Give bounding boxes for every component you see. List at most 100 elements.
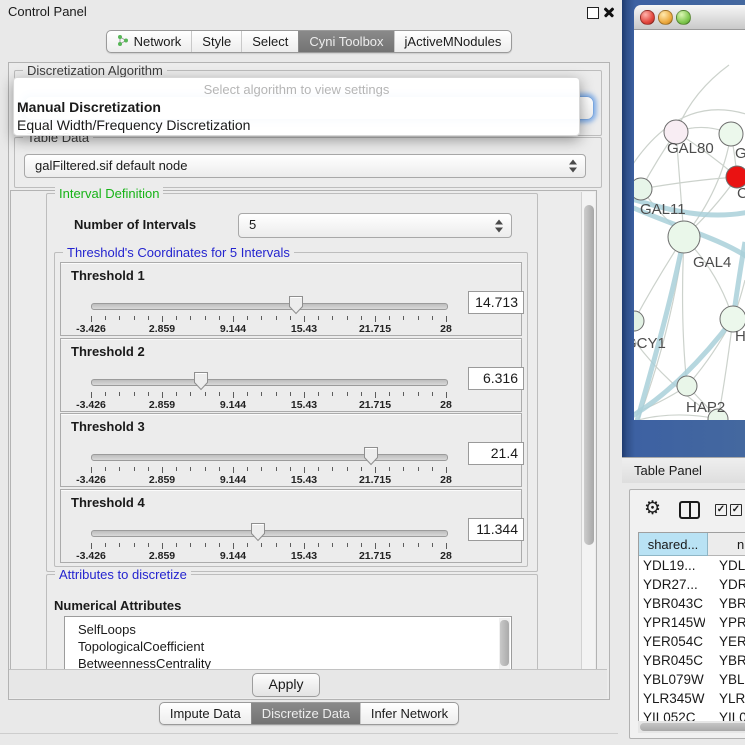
network-canvas[interactable]: GAL80GACGAL11GAL4GCY1HHAP2 [634,30,745,420]
tick-label: 15.43 [279,399,329,411]
tick-label: 28 [421,550,471,562]
minimize-window-icon[interactable] [658,10,673,25]
threshold-value-field[interactable]: 14.713 [468,291,524,314]
tick-mark [162,316,163,322]
tick-mark [304,316,305,322]
attribute-item-selfloops[interactable]: SelfLoops [65,621,511,638]
cell-shared-name: YER054C [643,632,705,651]
tick-mark [446,392,447,398]
list-scrollbar-thumb[interactable] [500,620,509,666]
tick-label: 21.715 [350,399,400,411]
threshold-panel-2: Threshold 2-3.4262.8599.14415.4321.71528… [60,338,522,412]
tick-mark [403,467,404,471]
threshold-slider-handle[interactable] [193,371,209,391]
scrollpane-scrollbar[interactable] [581,192,595,669]
cell-shared-name: YPR145W [643,613,705,632]
tab-network[interactable]: Network [107,31,192,52]
gear-icon[interactable]: ⚙ [644,497,661,520]
table-row[interactable]: YBR045CYBR0 [639,651,745,670]
tab-impute-data[interactable]: Impute Data [160,703,251,724]
network-node[interactable] [677,376,697,396]
tick-mark [389,316,390,320]
tick-mark [403,392,404,396]
dropdown-item-manual-discretization[interactable]: Manual Discretization [14,98,579,116]
table-row[interactable]: YDL19...YDL1 [639,556,745,575]
network-node[interactable] [634,178,652,200]
cell-shared-name: YDR27... [643,575,705,594]
apply-button[interactable]: Apply [252,673,320,697]
tick-mark [233,543,234,549]
tick-label: 28 [421,399,471,411]
tick-mark [91,543,92,549]
top-tab-group: NetworkStyleSelectCyni ToolboxjActiveMNo… [106,30,513,53]
checkbox-icon[interactable]: ✓ [730,504,742,516]
threshold-slider-track[interactable] [91,379,448,386]
tick-mark [233,316,234,322]
network-edge[interactable] [683,237,687,386]
zoom-window-icon[interactable] [676,10,691,25]
column-header-name[interactable]: n [708,533,745,556]
threshold-value-field[interactable]: 6.316 [468,367,524,390]
table-hscrollbar[interactable] [638,721,745,733]
table-hscrollbar-thumb[interactable] [640,723,745,731]
tick-mark [361,392,362,396]
tick-mark [176,316,177,320]
network-node[interactable] [719,122,743,146]
attribute-item-topologicalcoefficient[interactable]: TopologicalCoefficient [65,638,511,655]
threshold-slider-track[interactable] [91,454,448,461]
threshold-slider-handle[interactable] [250,522,266,542]
node-table: shared... n YDL19...YDL1YDR27...YDR2YBR0… [638,532,745,722]
close-window-icon[interactable] [640,10,655,25]
network-node[interactable] [634,311,644,331]
tab-infer-network[interactable]: Infer Network [360,703,458,724]
algorithm-dropdown-popup: Select algorithm to view settings Manual… [13,77,580,136]
tab-jactivemnodules[interactable]: jActiveMNodules [394,31,512,52]
table-row[interactable]: YDR27...YDR2 [639,575,745,594]
threshold-slider-handle[interactable] [363,446,379,466]
scrollpane-scrollbar-thumb[interactable] [584,205,594,545]
tick-label: 21.715 [350,474,400,486]
threshold-slider-track[interactable] [91,530,448,537]
threshold-value-field[interactable]: 21.4 [468,442,524,465]
threshold-slider-track[interactable] [91,303,448,310]
tick-mark [304,392,305,398]
checkbox-icon[interactable]: ✓ [715,504,727,516]
cell-name: YBL0 [719,670,745,689]
list-scrollbar[interactable] [499,618,510,670]
dropdown-item-equal-width-frequency-discretization[interactable]: Equal Width/Frequency Discretization [14,116,579,134]
table-row[interactable]: YER054CYER0 [639,632,745,651]
tick-mark [361,467,362,471]
table-row[interactable]: YPR145WYPR1 [639,613,745,632]
tab-style[interactable]: Style [191,31,241,52]
table-toolbar: ⚙ ✓ ✓ [630,496,745,526]
tab-cyni-toolbox[interactable]: Cyni Toolbox [298,31,393,52]
group-label-thresholds: Threshold's Coordinates for 5 Intervals [63,245,294,260]
table-panel: ⚙ ✓ ✓ shared... n YDL19...YDL1YDR27...YD… [622,483,745,745]
tick-mark [247,392,248,396]
threshold-slider-handle[interactable] [288,295,304,315]
columns-icon[interactable] [679,501,700,519]
tab-select[interactable]: Select [241,31,298,52]
dropdown-item-list: Manual DiscretizationEqual Width/Frequen… [14,98,579,134]
close-panel-icon[interactable] [603,6,615,18]
tick-mark [432,543,433,547]
table-row[interactable]: YBL079WYBL0 [639,670,745,689]
tick-mark [290,316,291,320]
network-window-titlebar[interactable] [634,5,745,30]
column-header-shared-name[interactable]: shared... [639,533,708,556]
float-panel-icon[interactable] [587,7,599,19]
cell-name: YBR0 [719,651,745,670]
table-data-combobox[interactable]: galFiltered.sif default node [24,154,586,178]
tick-mark [290,392,291,396]
threshold-value-field[interactable]: 11.344 [468,518,524,541]
tab-discretize-data[interactable]: Discretize Data [251,703,360,724]
num-intervals-combobox[interactable]: 5 [238,213,512,238]
tick-label: 15.43 [279,550,329,562]
network-edge[interactable] [641,177,737,189]
table-row[interactable]: YLR345WYLR3 [639,689,745,708]
table-row[interactable]: YBR043CYBR0 [639,594,745,613]
tick-mark [276,543,277,547]
numerical-attributes-list[interactable]: SelfLoopsTopologicalCoefficientBetweenne… [64,616,512,673]
network-node[interactable] [668,221,700,253]
network-edge[interactable] [676,65,729,132]
